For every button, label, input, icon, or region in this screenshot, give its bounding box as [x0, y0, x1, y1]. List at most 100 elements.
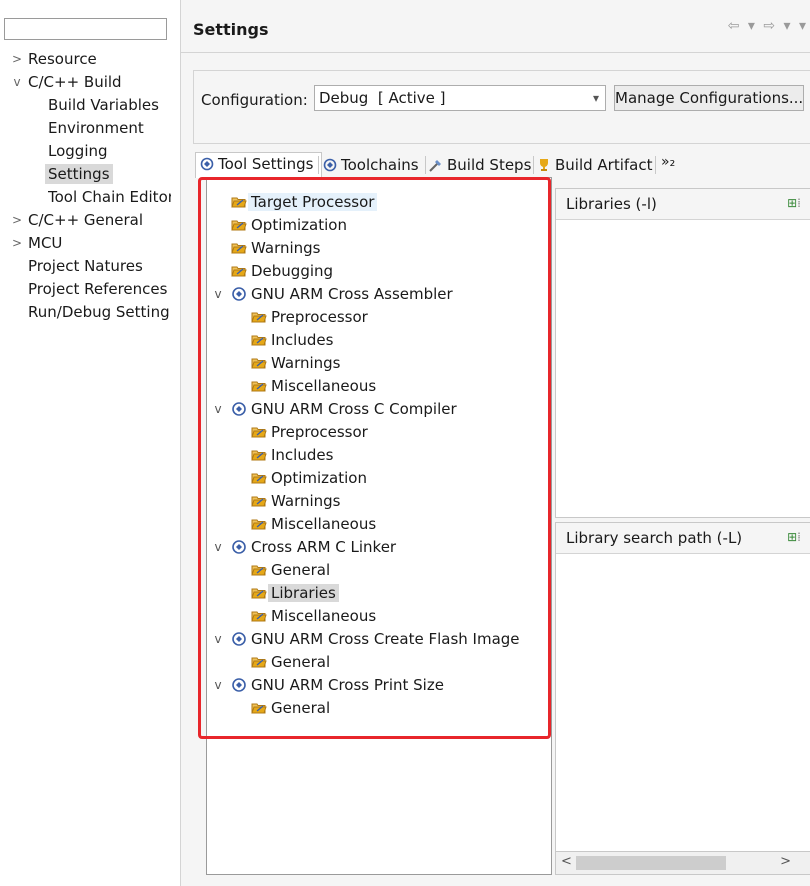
- tree-item[interactable]: Optimization: [251, 467, 367, 489]
- folder-icon: [251, 332, 267, 348]
- tree-item[interactable]: Preprocessor: [251, 306, 368, 328]
- tree-item-label: Includes: [271, 446, 334, 464]
- tree-item-label: GNU ARM Cross Assembler: [251, 285, 453, 303]
- tree-item[interactable]: General: [251, 651, 330, 673]
- build-steps-icon: [429, 160, 441, 172]
- tree-item-label: Includes: [271, 331, 334, 349]
- tree-item[interactable]: Miscellaneous: [251, 605, 376, 627]
- nav-item-label: Project References: [28, 280, 168, 298]
- nav-item-cpp-build[interactable]: v C/C++ Build: [13, 71, 122, 93]
- chevron-right-icon[interactable]: >: [10, 48, 24, 70]
- chevron-down-icon[interactable]: v: [211, 398, 225, 420]
- tab-toolchains[interactable]: Toolchains: [323, 154, 419, 176]
- tree-item[interactable]: Libraries: [251, 582, 339, 604]
- tree-item[interactable]: Miscellaneous: [251, 513, 376, 535]
- library-search-path-title: Library search path (-L): [566, 529, 743, 547]
- page-title: Settings: [193, 20, 269, 39]
- tree-item-label: Warnings: [251, 239, 321, 257]
- nav-item-label: C/C++ Build: [28, 73, 122, 91]
- libraries-panel: Libraries (-l) ⊞⁞: [555, 188, 810, 518]
- nav-item-project-natures[interactable]: Project Natures: [28, 255, 143, 277]
- tree-item[interactable]: v GNU ARM Cross Assembler: [214, 283, 453, 305]
- folder-icon: [231, 240, 247, 256]
- horizontal-scrollbar[interactable]: < >: [555, 851, 810, 875]
- chevron-down-icon[interactable]: v: [211, 536, 225, 558]
- folder-icon: [251, 562, 267, 578]
- chevron-down-icon[interactable]: v: [211, 674, 225, 696]
- add-library-icon[interactable]: ⊞⁞: [787, 196, 801, 210]
- folder-icon: [251, 608, 267, 624]
- tree-item[interactable]: Preprocessor: [251, 421, 368, 443]
- tree-item[interactable]: General: [251, 697, 330, 719]
- tree-item[interactable]: Target Processor: [231, 191, 378, 213]
- folder-icon: [251, 378, 267, 394]
- tree-item[interactable]: Includes: [251, 329, 333, 351]
- nav-item-label: Run/Debug Setting: [28, 303, 170, 321]
- tree-item-label: GNU ARM Cross Create Flash Image: [251, 630, 520, 648]
- folder-icon: [251, 424, 267, 440]
- tab-build-artifact[interactable]: Build Artifact: [537, 154, 653, 176]
- chevron-down-icon[interactable]: ▾: [593, 86, 599, 110]
- folder-icon: [231, 217, 247, 233]
- tree-item-label: Preprocessor: [271, 308, 368, 326]
- history-nav-arrows[interactable]: ⇦ ▾ ⇨ ▾ ▾: [728, 18, 808, 34]
- tree-item[interactable]: v GNU ARM Cross Print Size: [214, 674, 444, 696]
- nav-item-label: MCU: [28, 234, 63, 252]
- nav-item-environment[interactable]: Environment: [48, 117, 144, 139]
- tree-item[interactable]: Warnings: [251, 490, 341, 512]
- manage-configurations-button[interactable]: Manage Configurations...: [614, 85, 804, 111]
- tree-item[interactable]: Miscellaneous: [251, 375, 376, 397]
- add-search-path-icon[interactable]: ⊞⁞: [787, 530, 801, 544]
- tabs-overflow-button[interactable]: »₂: [661, 154, 675, 170]
- tree-item[interactable]: Warnings: [231, 237, 321, 259]
- tab-tool-settings[interactable]: Tool Settings: [195, 152, 322, 178]
- chevron-right-icon[interactable]: >: [10, 232, 24, 254]
- nav-item-tool-chain-editor[interactable]: Tool Chain Editor: [48, 186, 171, 208]
- chevron-down-icon[interactable]: v: [10, 71, 24, 93]
- filter-input[interactable]: [4, 18, 167, 40]
- scrollbar-thumb[interactable]: [576, 856, 726, 870]
- scroll-left-icon[interactable]: <: [561, 854, 572, 869]
- tree-item-label: Cross ARM C Linker: [251, 538, 397, 556]
- tool-icon: [231, 539, 247, 555]
- nav-item-settings[interactable]: Settings: [45, 163, 113, 185]
- nav-item-cpp-general[interactable]: > C/C++ General: [12, 209, 143, 231]
- tree-item[interactable]: v Cross ARM C Linker: [214, 536, 397, 558]
- nav-item-run-debug-settings[interactable]: Run/Debug Setting: [28, 301, 171, 323]
- tab-build-steps[interactable]: Build Steps: [429, 154, 531, 176]
- folder-icon: [251, 447, 267, 463]
- tree-item-label: Libraries: [268, 584, 339, 602]
- chevron-right-icon[interactable]: >: [10, 209, 24, 231]
- tab-divider: [318, 156, 319, 174]
- chevron-down-icon[interactable]: v: [211, 283, 225, 305]
- tree-item-label: Miscellaneous: [271, 515, 377, 533]
- tree-item[interactable]: v GNU ARM Cross C Compiler: [214, 398, 456, 420]
- configuration-select-value: Debug [ Active ]: [319, 89, 446, 107]
- tree-item[interactable]: Warnings: [251, 352, 341, 374]
- title-divider: [181, 52, 810, 53]
- nav-item-mcu[interactable]: > MCU: [12, 232, 63, 254]
- configuration-select[interactable]: Debug [ Active ] ▾: [314, 85, 606, 111]
- nav-item-project-references[interactable]: Project References: [28, 278, 167, 300]
- property-nav-panel: > Resource v C/C++ Build Build Variables…: [0, 0, 181, 886]
- tab-label: Toolchains: [341, 156, 419, 174]
- folder-icon: [251, 700, 267, 716]
- tree-item[interactable]: Debugging: [231, 260, 333, 282]
- chevron-down-icon[interactable]: v: [211, 628, 225, 650]
- folder-icon: [231, 263, 247, 279]
- nav-item-resource[interactable]: > Resource: [12, 48, 97, 70]
- scroll-right-icon[interactable]: >: [780, 854, 791, 869]
- tree-item[interactable]: General: [251, 559, 330, 581]
- configuration-label: Configuration:: [201, 91, 308, 109]
- tree-item[interactable]: Optimization: [231, 214, 347, 236]
- tree-item[interactable]: Includes: [251, 444, 333, 466]
- nav-item-build-variables[interactable]: Build Variables: [48, 94, 159, 116]
- tool-icon: [231, 286, 247, 302]
- toolchains-icon: [323, 158, 337, 172]
- tree-item-label: Optimization: [271, 469, 367, 487]
- tree-item[interactable]: v GNU ARM Cross Create Flash Image: [214, 628, 520, 650]
- tree-item-label: Warnings: [271, 492, 341, 510]
- nav-item-logging[interactable]: Logging: [48, 140, 108, 162]
- folder-icon: [231, 194, 247, 210]
- tree-item-label: General: [271, 653, 331, 671]
